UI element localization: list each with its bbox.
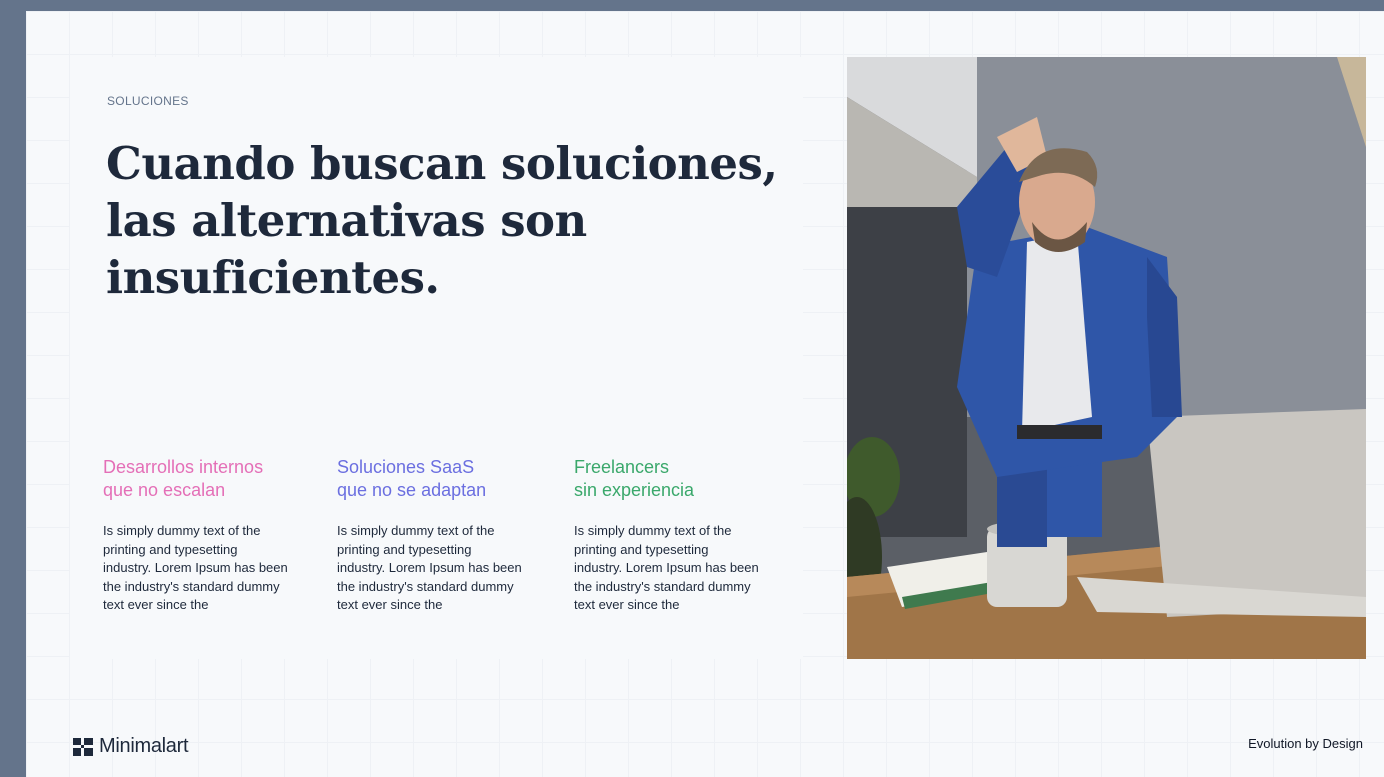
hero-photo: [847, 57, 1366, 659]
problem-column-internal: Desarrollos internos que no escalan Is s…: [103, 456, 303, 615]
column-title-line-1: Desarrollos internos: [103, 457, 264, 477]
headline-line-1: Cuando buscan soluciones,: [106, 137, 778, 190]
logo-mark-icon: [73, 737, 93, 756]
page-title: Cuando buscan soluciones, las alternativ…: [106, 135, 786, 306]
column-title-line-1: Freelancers: [574, 457, 670, 477]
column-title: Soluciones SaaS que no se adaptan: [337, 456, 537, 502]
column-body: Is simply dummy text of the printing and…: [337, 523, 522, 612]
footer-tagline: Evolution by Design: [1248, 736, 1363, 751]
column-body: Is simply dummy text of the printing and…: [103, 523, 288, 612]
column-title-line-1: Soluciones SaaS: [337, 457, 475, 477]
column-title-line-2: que no se adaptan: [337, 480, 487, 500]
businessman-illustration: [847, 57, 1366, 659]
brand-name: Minimalart: [99, 735, 189, 757]
section-eyebrow: SOLUCIONES: [107, 94, 189, 108]
problem-column-saas: Soluciones SaaS que no se adaptan Is sim…: [337, 456, 537, 615]
headline-line-2: las alternativas son: [106, 194, 587, 247]
column-title: Desarrollos internos que no escalan: [103, 456, 303, 502]
column-body: Is simply dummy text of the printing and…: [574, 523, 759, 612]
content-card: SOLUCIONES Cuando buscan soluciones, las…: [70, 57, 803, 659]
column-title-line-2: sin experiencia: [574, 480, 695, 500]
column-title: Freelancers sin experiencia: [574, 456, 774, 502]
brand-logo[interactable]: Minimalart: [73, 735, 189, 758]
slide: SOLUCIONES Cuando buscan soluciones, las…: [26, 11, 1384, 777]
problem-column-freelancers: Freelancers sin experiencia Is simply du…: [574, 456, 774, 615]
headline-line-3: insuficientes.: [106, 251, 440, 304]
column-title-line-2: que no escalan: [103, 480, 226, 500]
